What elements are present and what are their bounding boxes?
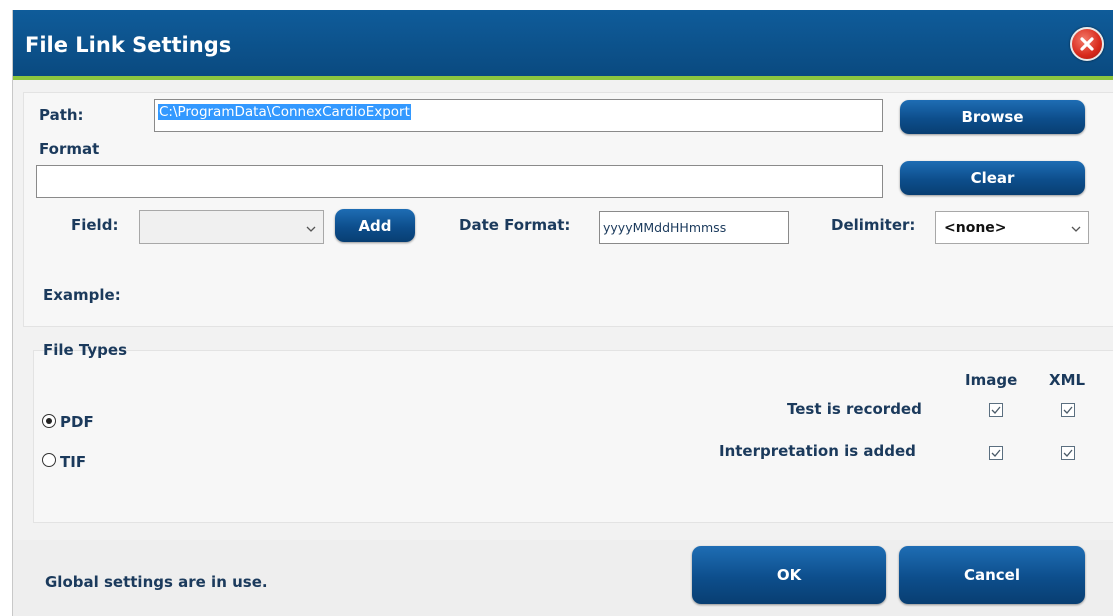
path-input-value: C:\ProgramData\ConnexCardioExport: [158, 104, 411, 120]
delimiter-label: Delimiter:: [831, 216, 916, 234]
image-column-header: Image: [965, 371, 1018, 389]
file-types-label: File Types: [43, 341, 127, 359]
ok-button-label: OK: [776, 566, 802, 584]
close-button[interactable]: [1070, 27, 1104, 61]
file-types-panel: [33, 350, 1113, 523]
clear-button-label: Clear: [970, 169, 1015, 187]
test-recorded-image-checkbox[interactable]: [989, 403, 1003, 417]
path-label: Path:: [39, 106, 84, 124]
tif-radio[interactable]: [42, 453, 56, 467]
global-settings-status: Global settings are in use.: [45, 573, 268, 591]
tif-radio-label[interactable]: TIF: [60, 453, 86, 471]
check-icon: [1063, 406, 1073, 414]
interpretation-added-xml-checkbox[interactable]: [1061, 446, 1075, 460]
check-icon: [991, 449, 1001, 457]
clear-button[interactable]: Clear: [900, 161, 1085, 195]
add-button[interactable]: Add: [335, 209, 415, 242]
check-icon: [991, 406, 1001, 414]
date-format-value: yyyyMMddHHmmss: [603, 220, 727, 235]
chevron-down-icon: [306, 226, 316, 232]
chevron-down-icon: [1071, 226, 1081, 232]
pdf-radio-dot: [46, 418, 52, 424]
file-link-settings-dialog: File Link Settings Path: C:\ProgramData\…: [12, 10, 1113, 616]
delimiter-dropdown[interactable]: <none>: [935, 211, 1089, 244]
dialog-footer: Global settings are in use. OK Cancel: [13, 540, 1113, 616]
interpretation-added-label: Interpretation is added: [719, 442, 916, 460]
close-icon: [1080, 37, 1094, 51]
field-label: Field:: [71, 216, 119, 234]
field-dropdown[interactable]: [139, 210, 324, 244]
format-label: Format: [39, 140, 100, 158]
date-format-label: Date Format:: [459, 216, 571, 234]
example-label: Example:: [43, 286, 121, 304]
title-bar: File Link Settings: [13, 10, 1113, 80]
dialog-title: File Link Settings: [25, 33, 232, 57]
browse-button[interactable]: Browse: [900, 100, 1085, 134]
cancel-button[interactable]: Cancel: [899, 546, 1085, 604]
xml-column-header: XML: [1049, 371, 1086, 389]
cancel-button-label: Cancel: [963, 566, 1020, 584]
date-format-input[interactable]: yyyyMMddHHmmss: [599, 211, 789, 244]
add-button-label: Add: [358, 216, 392, 235]
path-input[interactable]: C:\ProgramData\ConnexCardioExport: [154, 99, 883, 132]
browse-button-label: Browse: [961, 108, 1024, 126]
test-recorded-xml-checkbox[interactable]: [1061, 403, 1075, 417]
test-recorded-label: Test is recorded: [787, 400, 922, 418]
pdf-radio[interactable]: [42, 414, 56, 428]
interpretation-added-image-checkbox[interactable]: [989, 446, 1003, 460]
delimiter-dropdown-value: <none>: [944, 220, 1007, 236]
ok-button[interactable]: OK: [692, 546, 886, 604]
format-input[interactable]: [36, 165, 883, 198]
check-icon: [1063, 449, 1073, 457]
pdf-radio-label[interactable]: PDF: [60, 413, 94, 431]
